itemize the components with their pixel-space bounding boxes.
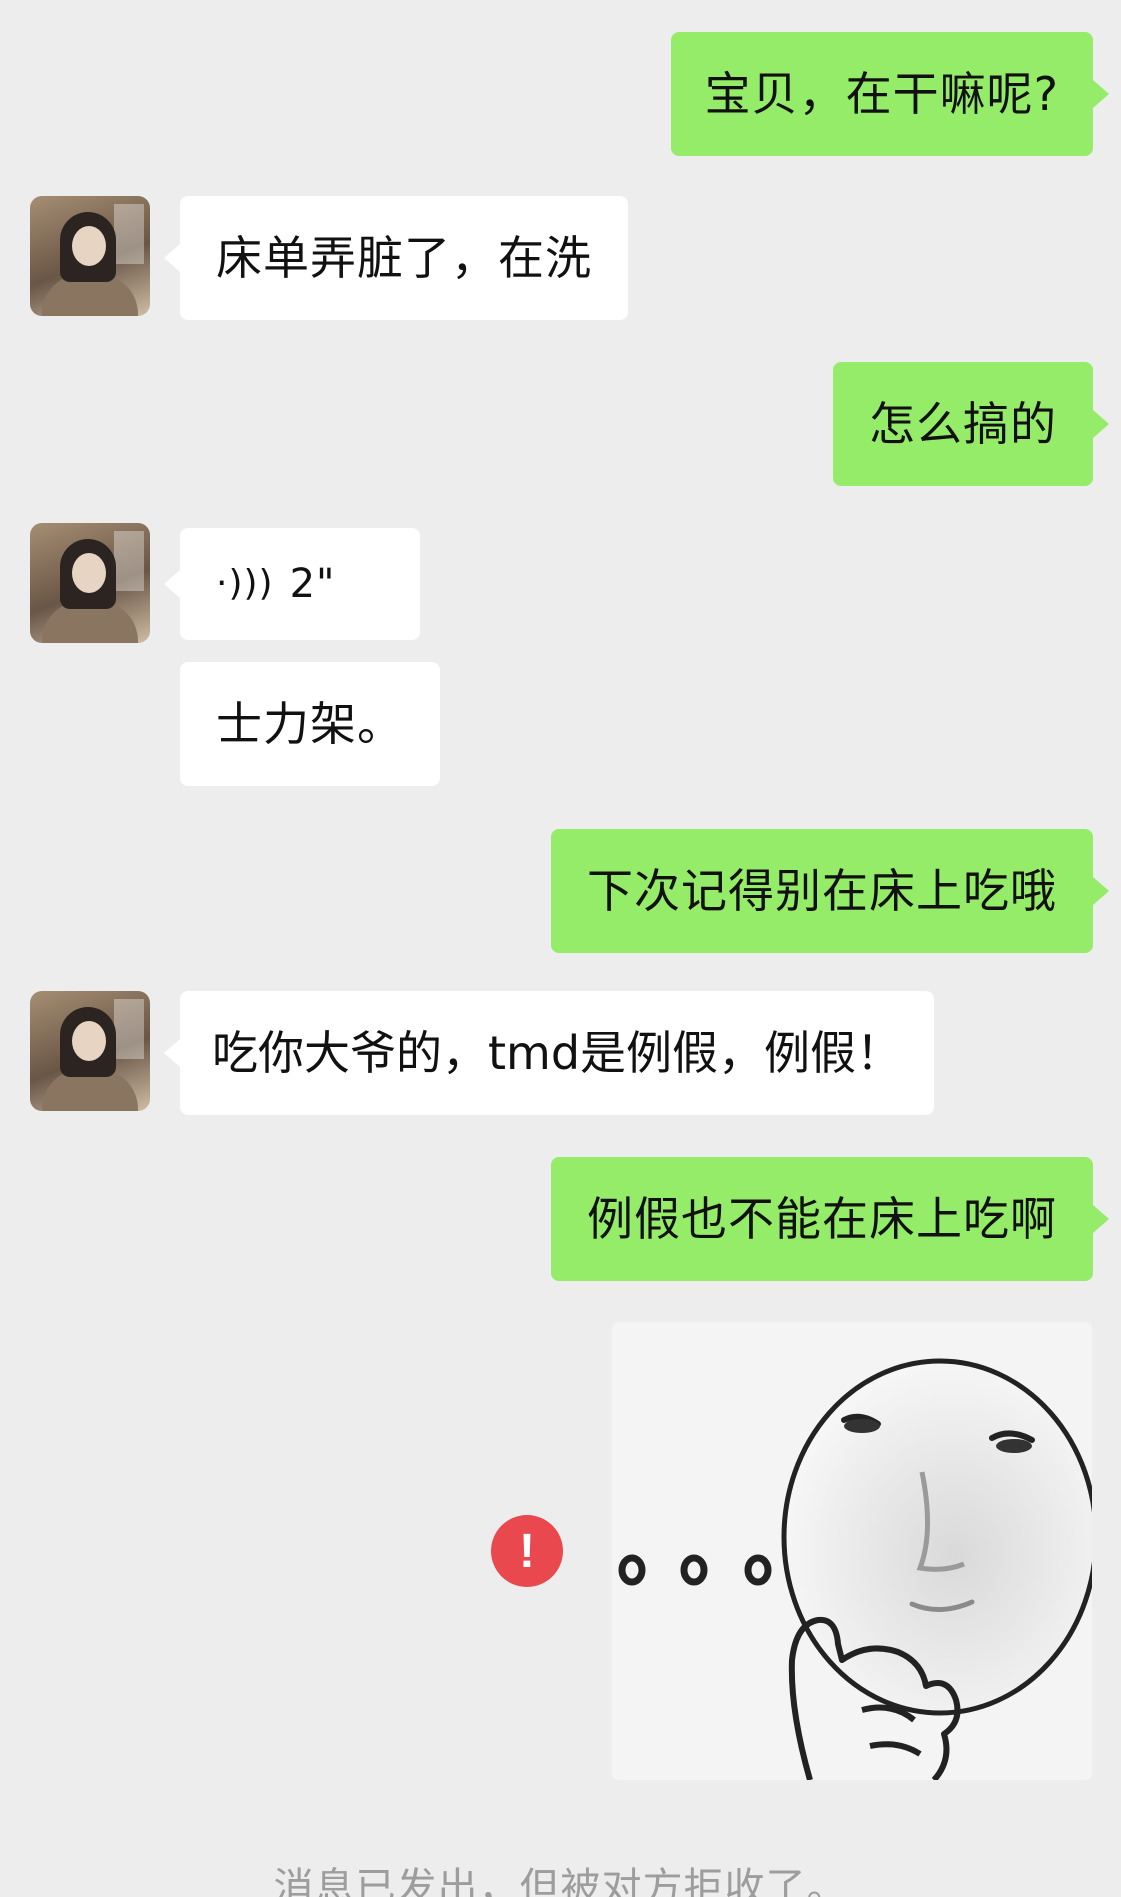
message-bubble-incoming[interactable]: 床单弄脏了，在洗 (164, 196, 628, 320)
message-bubble-incoming[interactable]: 吃你大爷的，tmd是例假，例假！ (163, 991, 935, 1115)
message-row-outgoing: 怎么搞的 (833, 362, 1109, 486)
message-row-incoming: 吃你大爷的，tmd是例假，例假！ (163, 991, 935, 1115)
contact-avatar[interactable] (30, 523, 150, 643)
message-row-incoming: ·))) 2" (164, 528, 420, 640)
message-bubble-outgoing[interactable]: 怎么搞的 (833, 362, 1109, 486)
voice-message-bubble[interactable]: ·))) 2" (164, 528, 420, 640)
voice-duration: 2" (289, 561, 336, 607)
voice-wave-icon: ·))) (216, 563, 274, 604)
contact-avatar[interactable] (30, 196, 150, 316)
message-row-incoming: 床单弄脏了，在洗 (164, 196, 628, 320)
send-failed-error-icon[interactable]: ! (491, 1515, 563, 1587)
message-bubble-outgoing[interactable]: 例假也不能在床上吃啊 (551, 1157, 1109, 1281)
meme-face-sticker[interactable] (612, 1322, 1092, 1780)
meme-face-drawing (618, 1358, 1092, 1780)
message-bubble-incoming[interactable]: 士力架。 (180, 662, 440, 786)
message-bubble-outgoing[interactable]: 宝贝，在干嘛呢? (670, 32, 1110, 156)
message-row-outgoing: 例假也不能在床上吃啊 (551, 1157, 1109, 1281)
system-notice-rejected: 消息已发出，但被对方拒收了。 (273, 1865, 848, 1897)
contact-avatar[interactable] (30, 991, 150, 1111)
message-bubble-outgoing[interactable]: 下次记得别在床上吃哦 (551, 829, 1109, 953)
message-row-outgoing: 宝贝，在干嘛呢? (670, 32, 1110, 156)
message-row-incoming: 士力架。 (180, 662, 440, 786)
message-row-outgoing: 下次记得别在床上吃哦 (551, 829, 1109, 953)
